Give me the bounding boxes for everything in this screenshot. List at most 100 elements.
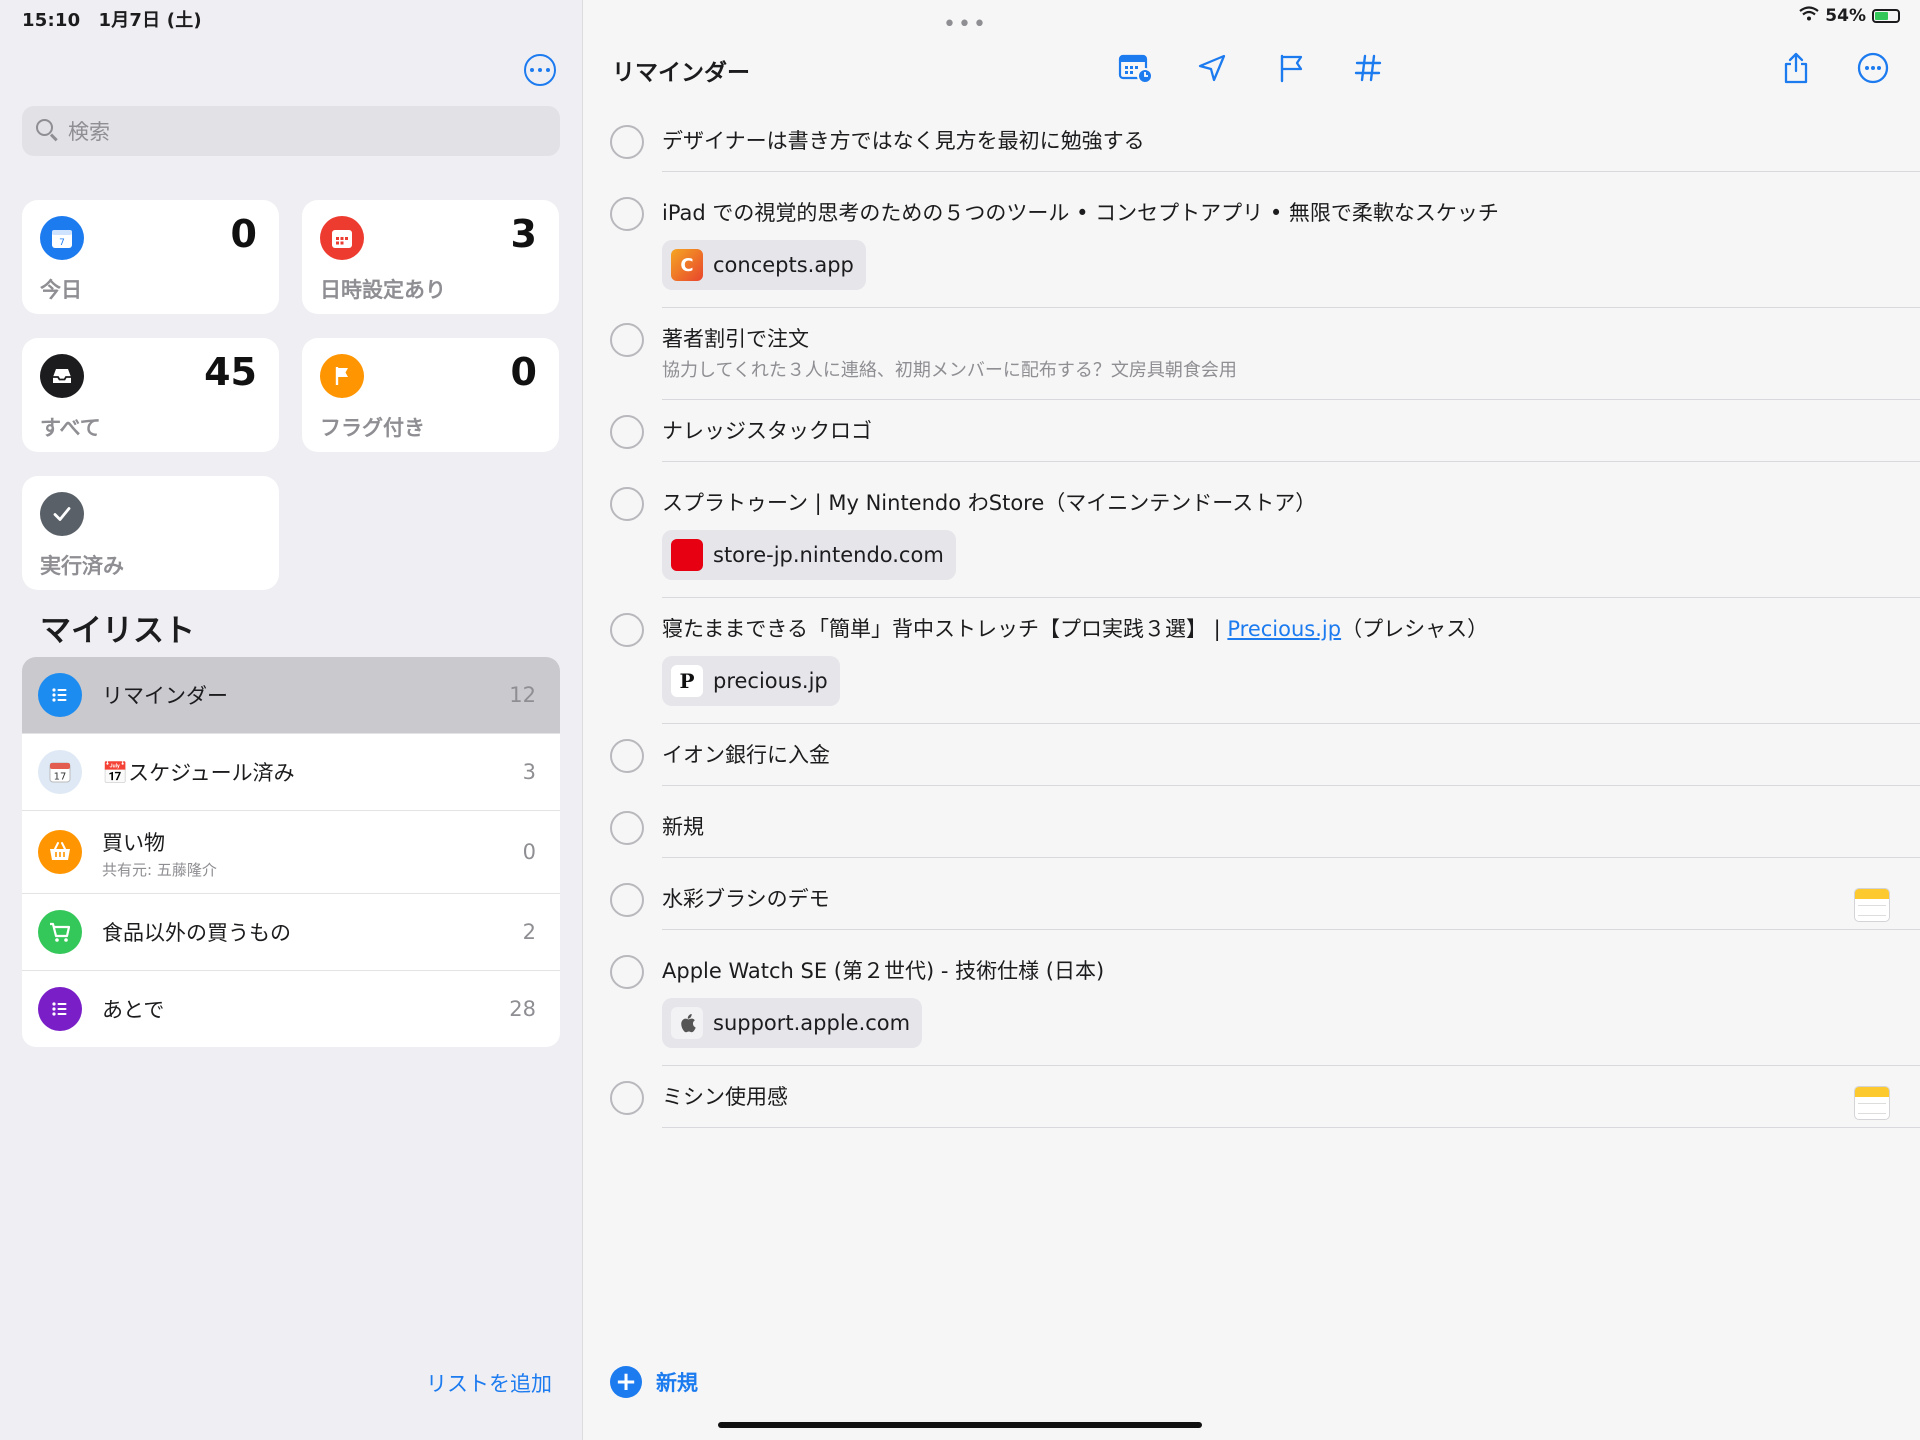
reminder-item[interactable]: iPad での視覚的思考のための５つのツール • コンセプトアプリ • 無限で柔… bbox=[583, 182, 1920, 308]
precious-icon: P bbox=[671, 665, 703, 697]
multitasking-dots-icon[interactable]: ••• bbox=[943, 12, 988, 37]
reminder-item[interactable]: ミシン使用感 bbox=[583, 1066, 1920, 1138]
nintendo-icon bbox=[671, 539, 703, 571]
reminder-title[interactable]: Apple Watch SE (第２世代) - 技術仕様 (日本) bbox=[662, 958, 1920, 984]
reminder-title[interactable]: ミシン使用感 bbox=[662, 1084, 1920, 1110]
card-today[interactable]: 7 0 今日 bbox=[22, 200, 279, 314]
reminder-item[interactable]: スプラトゥーン | My Nintendo わStore（マイニンテンドーストア… bbox=[583, 472, 1920, 598]
reminder-title-link[interactable]: Precious.jp bbox=[1227, 617, 1341, 641]
location-icon[interactable] bbox=[1192, 48, 1232, 88]
reminder-title[interactable]: 著者割引で注文 bbox=[662, 326, 1920, 352]
reminder-item[interactable]: ナレッジスタックロゴ bbox=[583, 400, 1920, 472]
reminder-title[interactable]: iPad での視覚的思考のための５つのツール • コンセプトアプリ • 無限で柔… bbox=[662, 200, 1920, 226]
list-name: 買い物 bbox=[102, 831, 165, 855]
reminder-title[interactable]: 新規 bbox=[662, 814, 1920, 840]
link-chip-label: store-jp.nintendo.com bbox=[713, 543, 944, 567]
list-icon bbox=[38, 987, 82, 1031]
reminder-item[interactable]: デザイナーは書き方ではなく見方を最初に勉強する bbox=[583, 110, 1920, 182]
reminder-item[interactable]: Apple Watch SE (第２世代) - 技術仕様 (日本) suppor… bbox=[583, 940, 1920, 1066]
basket-icon bbox=[38, 830, 82, 874]
page-title: リマインダー bbox=[612, 60, 750, 86]
reminder-item[interactable]: 新規 bbox=[583, 796, 1920, 868]
checkmark-icon bbox=[40, 492, 84, 536]
complete-checkbox[interactable] bbox=[610, 883, 644, 917]
complete-checkbox[interactable] bbox=[610, 811, 644, 845]
list-count: 3 bbox=[522, 760, 536, 784]
list-item-scheduled[interactable]: 17 📅スケジュール済み 3 bbox=[22, 734, 560, 811]
search-bar[interactable] bbox=[22, 106, 560, 158]
wifi-icon bbox=[1799, 6, 1819, 26]
complete-checkbox[interactable] bbox=[610, 323, 644, 357]
status-right: 54% bbox=[1799, 6, 1900, 26]
list-count: 28 bbox=[509, 997, 536, 1021]
svg-text:7: 7 bbox=[59, 238, 65, 248]
search-icon bbox=[36, 119, 53, 136]
list-item-reminders[interactable]: リマインダー 12 bbox=[22, 657, 560, 734]
reminder-title[interactable]: イオン銀行に入金 bbox=[662, 742, 1920, 768]
reminder-note: 協力してくれた３人に連絡、初期メンバーに配布する？文房具朝食会用 bbox=[662, 360, 1237, 381]
card-all-count: 45 bbox=[204, 350, 257, 394]
link-chip[interactable]: P precious.jp bbox=[662, 656, 840, 706]
reminder-title[interactable]: スプラトゥーン | My Nintendo わStore（マイニンテンドーストア… bbox=[662, 490, 1920, 516]
complete-checkbox[interactable] bbox=[610, 613, 644, 647]
link-chip[interactable]: C concepts.app bbox=[662, 240, 866, 290]
reminder-title[interactable]: デザイナーは書き方ではなく見方を最初に勉強する bbox=[662, 128, 1920, 154]
notes-app-icon[interactable] bbox=[1854, 1086, 1890, 1120]
card-completed[interactable]: 実行済み bbox=[22, 476, 279, 590]
complete-checkbox[interactable] bbox=[610, 1081, 644, 1115]
complete-checkbox[interactable] bbox=[610, 197, 644, 231]
tag-icon[interactable] bbox=[1348, 48, 1388, 88]
reminder-list: デザイナーは書き方ではなく見方を最初に勉強する iPad での視覚的思考のための… bbox=[583, 110, 1920, 1138]
link-chip-label: concepts.app bbox=[713, 253, 854, 277]
complete-checkbox[interactable] bbox=[610, 955, 644, 989]
list-item-non-food[interactable]: 食品以外の買うもの 2 bbox=[22, 894, 560, 971]
search-input[interactable] bbox=[66, 106, 550, 158]
card-scheduled-label: 日時設定あり bbox=[320, 278, 446, 302]
list-item-shopping[interactable]: 買い物 共有元: 五藤隆介 0 bbox=[22, 811, 560, 894]
home-indicator[interactable] bbox=[718, 1422, 1202, 1428]
concepts-icon: C bbox=[671, 249, 703, 281]
reminder-title[interactable]: ナレッジスタックロゴ bbox=[662, 418, 1920, 444]
complete-checkbox[interactable] bbox=[610, 487, 644, 521]
link-chip[interactable]: store-jp.nintendo.com bbox=[662, 530, 956, 580]
link-chip-label: support.apple.com bbox=[713, 1011, 911, 1035]
complete-checkbox[interactable] bbox=[610, 415, 644, 449]
new-reminder-label: 新規 bbox=[656, 1371, 698, 1395]
new-reminder-button[interactable]: + 新規 bbox=[610, 1366, 698, 1398]
plus-icon: + bbox=[610, 1366, 642, 1398]
reminder-title-text-after: （プレシャス） bbox=[1341, 617, 1489, 641]
my-lists: リマインダー 12 17 📅スケジュール済み 3 買い物 共有元: 五藤隆介 0… bbox=[22, 657, 560, 1047]
reminder-item[interactable]: 寝たままできる「簡単」背中ストレッチ【プロ実践３選】 | Precious.jp… bbox=[583, 598, 1920, 724]
more-icon[interactable] bbox=[1853, 48, 1893, 88]
link-chip-label: precious.jp bbox=[713, 669, 828, 693]
reminder-item[interactable]: 水彩ブラシのデモ bbox=[583, 868, 1920, 940]
card-flagged[interactable]: 0 フラグ付き bbox=[302, 338, 559, 452]
card-today-label: 今日 bbox=[40, 278, 82, 302]
calendar-clock-icon[interactable] bbox=[1115, 48, 1155, 88]
mylists-heading: マイリスト bbox=[40, 613, 195, 649]
status-time: 15:10 1月7日 (土) bbox=[22, 10, 202, 31]
list-name: 食品以外の買うもの bbox=[102, 921, 291, 945]
reminder-title[interactable]: 水彩ブラシのデモ bbox=[662, 886, 1920, 912]
reminder-title[interactable]: 寝たままできる「簡単」背中ストレッチ【プロ実践３選】 | Precious.jp… bbox=[662, 616, 1920, 642]
flag-outline-icon[interactable] bbox=[1271, 48, 1311, 88]
notes-app-icon[interactable] bbox=[1854, 888, 1890, 922]
sidebar-more-icon[interactable] bbox=[524, 54, 556, 86]
list-name: あとで bbox=[102, 998, 165, 1022]
reminder-item[interactable]: イオン銀行に入金 bbox=[583, 724, 1920, 796]
complete-checkbox[interactable] bbox=[610, 739, 644, 773]
svg-text:17: 17 bbox=[54, 772, 67, 783]
calendar-icon bbox=[320, 216, 364, 260]
reminder-item[interactable]: 著者割引で注文 協力してくれた３人に連絡、初期メンバーに配布する？文房具朝食会用 bbox=[583, 308, 1920, 400]
add-list-button[interactable]: リストを追加 bbox=[426, 1368, 552, 1398]
complete-checkbox[interactable] bbox=[610, 125, 644, 159]
card-scheduled[interactable]: 3 日時設定あり bbox=[302, 200, 559, 314]
card-today-count: 0 bbox=[230, 212, 257, 256]
share-icon[interactable] bbox=[1776, 48, 1816, 88]
flag-icon bbox=[320, 354, 364, 398]
card-scheduled-count: 3 bbox=[510, 212, 537, 256]
card-all[interactable]: 45 すべて bbox=[22, 338, 279, 452]
list-item-later[interactable]: あとで 28 bbox=[22, 971, 560, 1047]
link-chip[interactable]: support.apple.com bbox=[662, 998, 923, 1048]
list-name: リマインダー bbox=[102, 684, 228, 708]
